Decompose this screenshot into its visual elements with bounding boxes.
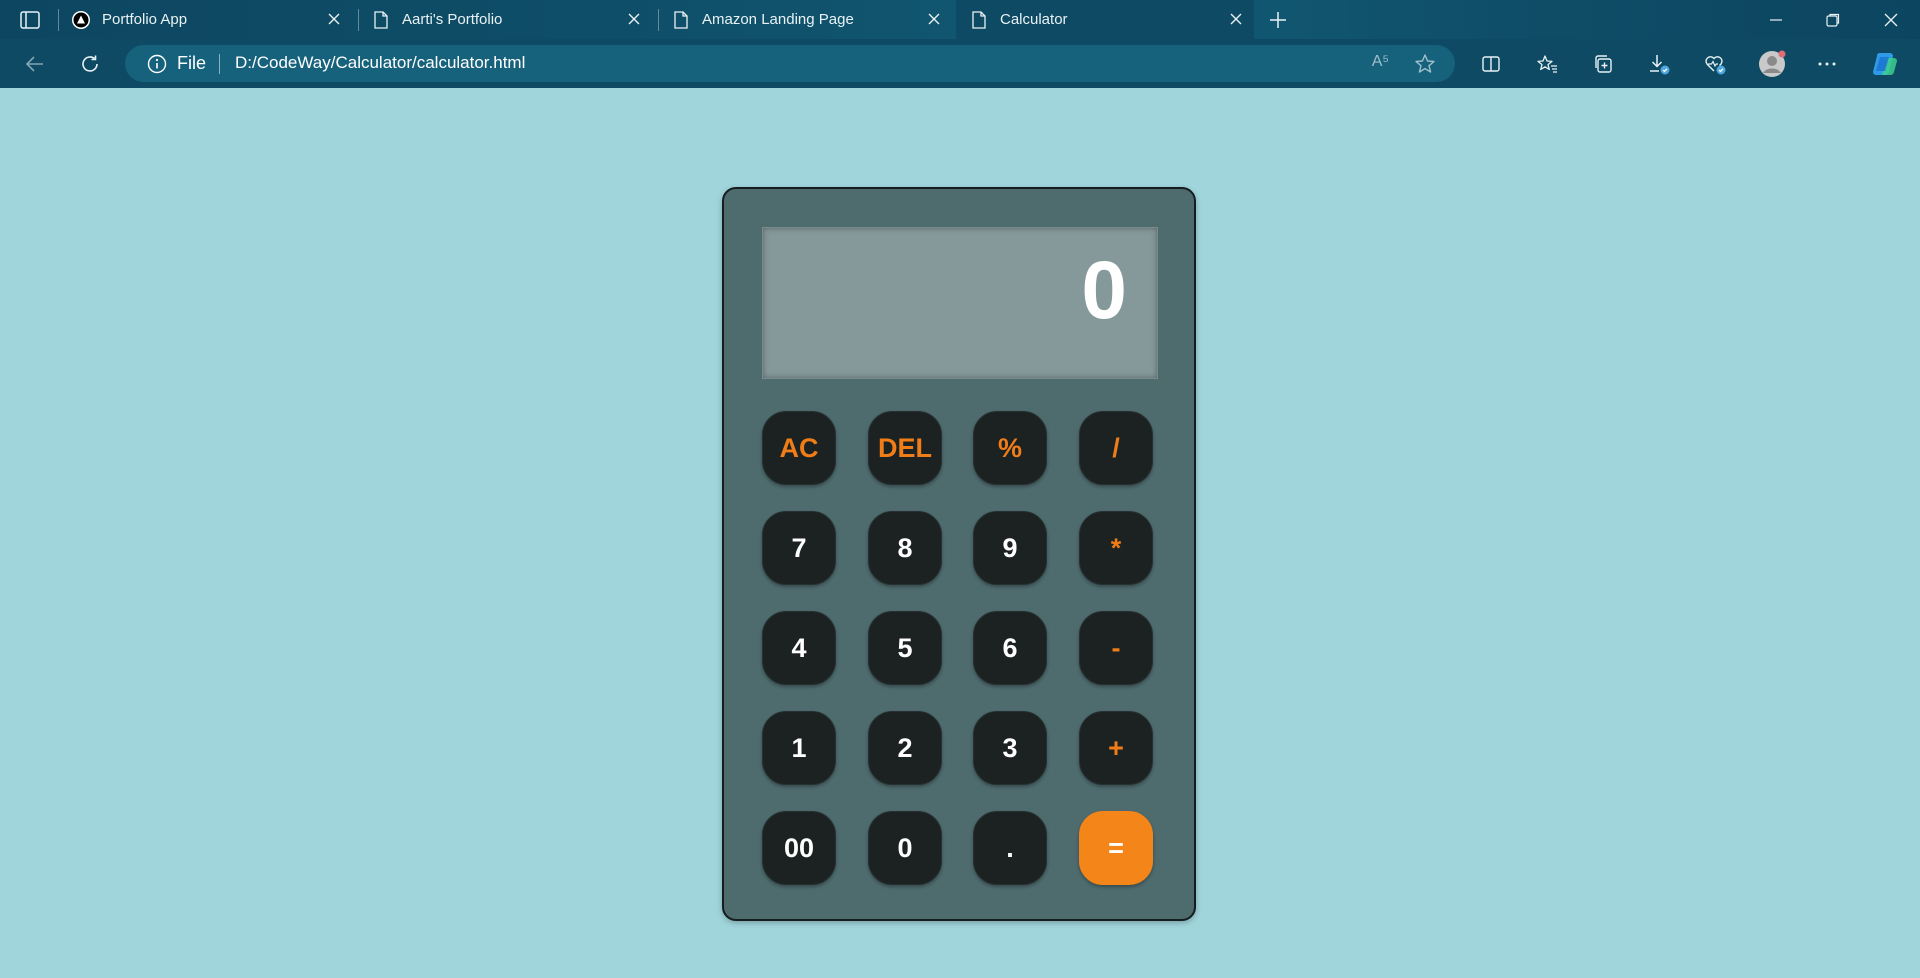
key-digit-5-button[interactable]: 5 bbox=[868, 611, 942, 685]
key-digit-6-button[interactable]: 6 bbox=[973, 611, 1047, 685]
tab-separator bbox=[358, 9, 359, 31]
display-value: 0 bbox=[1081, 245, 1127, 336]
address-bar[interactable]: File D:/CodeWay/Calculator/calculator.ht… bbox=[125, 45, 1455, 82]
key-percent-button[interactable]: % bbox=[973, 411, 1047, 485]
key-digit-1-button[interactable]: 1 bbox=[762, 711, 836, 785]
close-icon[interactable] bbox=[626, 11, 642, 27]
key-delete-button[interactable]: DEL bbox=[868, 411, 942, 485]
window-close-icon[interactable] bbox=[1879, 8, 1903, 32]
tab-title: Calculator bbox=[1000, 11, 1068, 28]
close-icon[interactable] bbox=[926, 11, 942, 27]
new-tab-icon[interactable] bbox=[1266, 8, 1290, 32]
page-icon bbox=[970, 10, 988, 29]
tab-bar: Portfolio App Aarti's Portfolio Amazon L… bbox=[0, 0, 1920, 39]
favorite-star-icon[interactable] bbox=[1413, 52, 1437, 76]
key-decimal-point-button[interactable]: . bbox=[973, 811, 1047, 885]
address-divider bbox=[219, 54, 220, 74]
page-icon bbox=[372, 10, 390, 29]
key-multiply-button[interactable]: * bbox=[1079, 511, 1153, 585]
key-digit-9-button[interactable]: 9 bbox=[973, 511, 1047, 585]
tab-title: Portfolio App bbox=[102, 11, 188, 28]
app-logo-icon bbox=[72, 10, 90, 29]
more-options-icon[interactable] bbox=[1814, 51, 1840, 77]
tab-separator bbox=[658, 9, 659, 31]
info-icon[interactable] bbox=[147, 54, 167, 74]
url-text[interactable]: D:/CodeWay/Calculator/calculator.html bbox=[235, 53, 525, 73]
downloads-icon[interactable] bbox=[1646, 51, 1672, 77]
key-digit-8-button[interactable]: 8 bbox=[868, 511, 942, 585]
tab-calculator[interactable]: Calculator bbox=[956, 0, 1254, 39]
key-all-clear-button[interactable]: AC bbox=[762, 411, 836, 485]
favorites-icon[interactable] bbox=[1534, 51, 1560, 77]
profile-avatar-icon[interactable] bbox=[1757, 49, 1787, 79]
key-subtract-button[interactable]: - bbox=[1079, 611, 1153, 685]
split-screen-icon[interactable] bbox=[1478, 51, 1504, 77]
tab-aartis-portfolio[interactable]: Aarti's Portfolio bbox=[372, 0, 652, 39]
close-icon[interactable] bbox=[1228, 11, 1244, 27]
read-aloud-icon[interactable]: A⁵ bbox=[1372, 53, 1389, 71]
key-digit-7-button[interactable]: 7 bbox=[762, 511, 836, 585]
key-double-zero-button[interactable]: 00 bbox=[762, 811, 836, 885]
close-icon[interactable] bbox=[326, 11, 342, 27]
key-equals-button[interactable]: = bbox=[1079, 811, 1153, 885]
key-digit-2-button[interactable]: 2 bbox=[868, 711, 942, 785]
minimize-icon[interactable] bbox=[1764, 8, 1788, 32]
browser-toolbar: File D:/CodeWay/Calculator/calculator.ht… bbox=[0, 39, 1920, 88]
tab-actions-icon[interactable] bbox=[18, 8, 42, 32]
key-divide-button[interactable]: / bbox=[1079, 411, 1153, 485]
key-add-button[interactable]: + bbox=[1079, 711, 1153, 785]
page-icon bbox=[672, 10, 690, 29]
tab-title: Aarti's Portfolio bbox=[402, 11, 503, 28]
scheme-label: File bbox=[177, 53, 207, 73]
tab-portfolio-app[interactable]: Portfolio App bbox=[72, 0, 352, 39]
calculator-display: 0 bbox=[762, 227, 1158, 379]
collections-icon[interactable] bbox=[1590, 51, 1616, 77]
key-digit-3-button[interactable]: 3 bbox=[973, 711, 1047, 785]
tab-separator bbox=[58, 9, 59, 31]
tab-amazon-landing-page[interactable]: Amazon Landing Page bbox=[672, 0, 952, 39]
browser-essentials-icon[interactable] bbox=[1702, 51, 1728, 77]
key-digit-0-button[interactable]: 0 bbox=[868, 811, 942, 885]
refresh-icon[interactable] bbox=[77, 51, 103, 77]
tab-title: Amazon Landing Page bbox=[702, 11, 854, 28]
copilot-icon[interactable] bbox=[1870, 49, 1900, 79]
back-arrow-icon[interactable] bbox=[22, 51, 48, 77]
restore-icon[interactable] bbox=[1821, 8, 1845, 32]
calculator: 0 AC DEL%/7 8 9 * 4 5 6-1 2 3 +00 0. = bbox=[722, 187, 1196, 921]
key-digit-4-button[interactable]: 4 bbox=[762, 611, 836, 685]
